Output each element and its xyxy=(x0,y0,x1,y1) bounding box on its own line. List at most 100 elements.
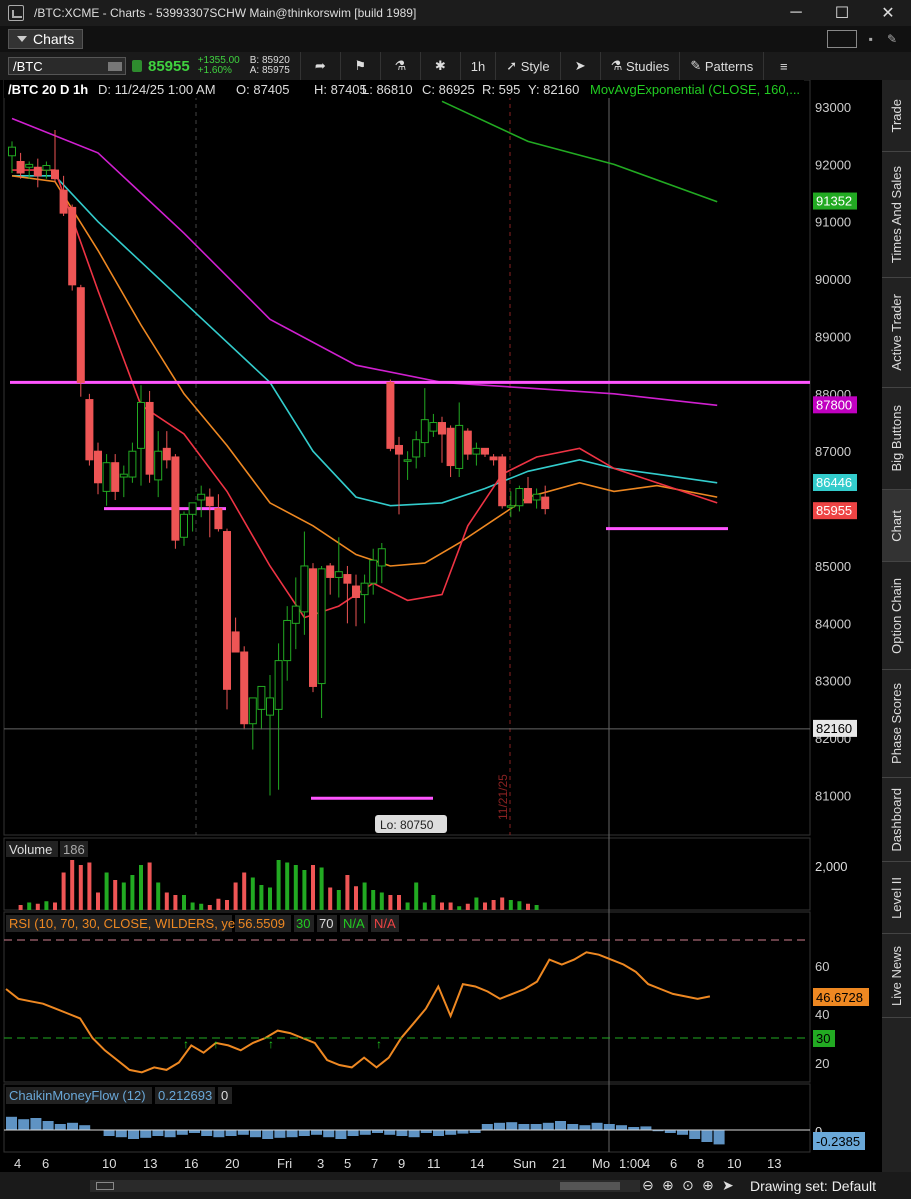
cmf-bar xyxy=(359,1130,371,1135)
cmf-bar xyxy=(18,1119,30,1130)
volume-bar xyxy=(500,897,505,910)
cmf-bar xyxy=(67,1122,78,1130)
sidebar-tab-label: Phase Scores xyxy=(889,683,904,764)
sidebar-tab-option-chain[interactable]: Option Chain xyxy=(882,562,911,670)
patterns-button[interactable]: ✎ Patterns xyxy=(679,52,763,80)
sidebar-tab-dashboard[interactable]: Dashboard xyxy=(882,778,911,862)
chart-toolbar: /BTC 85955 +1355.00 +1.60% B: 85920 A: 8… xyxy=(0,52,911,80)
candle-body xyxy=(438,422,446,435)
crosshair-icon[interactable]: ⊕ xyxy=(702,1177,714,1194)
time-scrollbar[interactable] xyxy=(90,1180,640,1192)
volume-bar xyxy=(268,887,272,910)
cursor-button[interactable]: ➤ xyxy=(559,52,600,80)
sidebar-tab-phase-scores[interactable]: Phase Scores xyxy=(882,670,911,778)
volume-bar xyxy=(225,900,229,910)
sidebar-tab-trade[interactable]: Trade xyxy=(882,80,911,152)
last-price: 85955 xyxy=(148,57,190,75)
bid-ask-block: B: 85920 A: 85975 xyxy=(250,56,290,76)
cmf-bar xyxy=(555,1121,566,1130)
rsi-os: 70 xyxy=(319,916,333,931)
zoom-out-icon[interactable]: ⊖ xyxy=(642,1177,654,1194)
sidebar-tab-active-trader[interactable]: Active Trader xyxy=(882,278,911,388)
menu-button[interactable]: ≡ xyxy=(763,52,803,80)
chart-area[interactable]: /BTC 20 D 1h D: 11/24/25 1:00 AM O: 8740… xyxy=(0,80,882,1172)
sidebar-tab-chart[interactable]: Chart xyxy=(882,490,911,562)
maximize-button[interactable]: ☐ xyxy=(819,0,865,26)
sidebar-tab-label: Level II xyxy=(889,876,904,919)
volume-bar xyxy=(35,903,40,910)
rsi-30-badge: 30 xyxy=(816,1031,830,1046)
symbol-input[interactable]: /BTC xyxy=(8,57,126,75)
volume-bar xyxy=(87,862,92,910)
share-button[interactable]: ➦ xyxy=(299,52,340,80)
volume-bar xyxy=(216,898,221,910)
close-button[interactable]: ✕ xyxy=(865,0,911,26)
candle-body xyxy=(343,574,352,584)
rsi-tick-40: 40 xyxy=(815,1007,829,1022)
time-tick: 6 xyxy=(670,1156,677,1171)
cmf-bar xyxy=(176,1130,188,1135)
candle-body xyxy=(524,488,532,504)
settings-button[interactable]: ✱ xyxy=(419,52,460,80)
flask-button[interactable]: ⚗ xyxy=(379,52,420,80)
gear-icon: ✱ xyxy=(434,58,446,73)
time-tick: Sun xyxy=(513,1156,536,1171)
drawing-set[interactable]: Drawing set: Default xyxy=(750,1178,876,1194)
volume-bar xyxy=(362,882,367,910)
studies-button[interactable]: ⚗ Studies xyxy=(599,52,680,80)
cmf-bar xyxy=(701,1130,713,1142)
candle-body xyxy=(429,422,438,432)
tab-charts[interactable]: Charts xyxy=(8,29,84,49)
cmf-bar xyxy=(128,1130,139,1139)
price-badge-label: 85955 xyxy=(816,503,852,518)
cmf-bar xyxy=(603,1124,615,1130)
sidebar-tab-label: Dashboard xyxy=(889,787,904,852)
layout-box[interactable] xyxy=(826,30,857,48)
volume-bar xyxy=(78,865,83,910)
pin-icon[interactable]: ✎ xyxy=(887,32,897,46)
cmf-bar xyxy=(567,1124,579,1130)
minimize-button[interactable]: ─ xyxy=(773,0,819,26)
volume-bar xyxy=(311,865,315,910)
patterns-label: Patterns xyxy=(704,58,754,74)
sidebar-tab-times-and-sales[interactable]: Times And Sales xyxy=(882,152,911,278)
cmf-bar xyxy=(140,1130,152,1138)
style-label: Style xyxy=(520,58,550,74)
candle-body xyxy=(33,166,42,177)
rsi-value: 56.5509 xyxy=(238,916,285,931)
timeframe-button[interactable]: 1h xyxy=(459,52,495,80)
header-study: MovAvgExponential (CLOSE, 160,... xyxy=(590,82,800,97)
volume-bar xyxy=(147,862,152,910)
sidebar-tab-live-news[interactable]: Live News xyxy=(882,934,911,1018)
sidebar-tab-level-ii[interactable]: Level II xyxy=(882,862,911,934)
cmf-bar xyxy=(433,1130,444,1136)
candle-body xyxy=(317,568,326,685)
cmf-bar xyxy=(335,1130,347,1139)
symbol-dropdown-icon[interactable] xyxy=(108,62,122,71)
candle-body xyxy=(171,456,180,541)
sidebar-tab-label: Big Buttons xyxy=(889,405,904,472)
tab-bar: Charts ▪ ✎ xyxy=(0,26,911,52)
scroll-thumb[interactable] xyxy=(560,1182,620,1190)
scroll-grip-icon[interactable] xyxy=(96,1182,114,1190)
candle-body xyxy=(360,582,369,596)
sidebar-tab-big-buttons[interactable]: Big Buttons xyxy=(882,388,911,490)
volume-bar xyxy=(173,895,178,910)
candle-body xyxy=(154,450,163,481)
low-annotation: Lo: 80750 xyxy=(375,815,447,833)
cursor-icon[interactable]: ➤ xyxy=(722,1177,734,1194)
pct-change: +1.60% xyxy=(197,65,232,76)
zoom-fit-icon[interactable]: ⊙ xyxy=(682,1177,694,1194)
rsi-arrow: ↑ xyxy=(268,1037,274,1051)
cmf-bar xyxy=(152,1130,164,1136)
cmf-bar xyxy=(298,1130,310,1136)
candle-body xyxy=(309,568,317,687)
cmf-bar xyxy=(481,1124,493,1130)
candle-body xyxy=(248,697,257,725)
menu-icon[interactable]: ▪ xyxy=(869,32,873,46)
candle-body xyxy=(25,163,34,168)
flag-button[interactable]: ⚑ xyxy=(339,52,380,80)
zoom-in-icon[interactable]: ⊕ xyxy=(662,1177,674,1194)
style-button[interactable]: ➚ Style xyxy=(495,52,559,80)
volume-bar xyxy=(276,860,281,910)
